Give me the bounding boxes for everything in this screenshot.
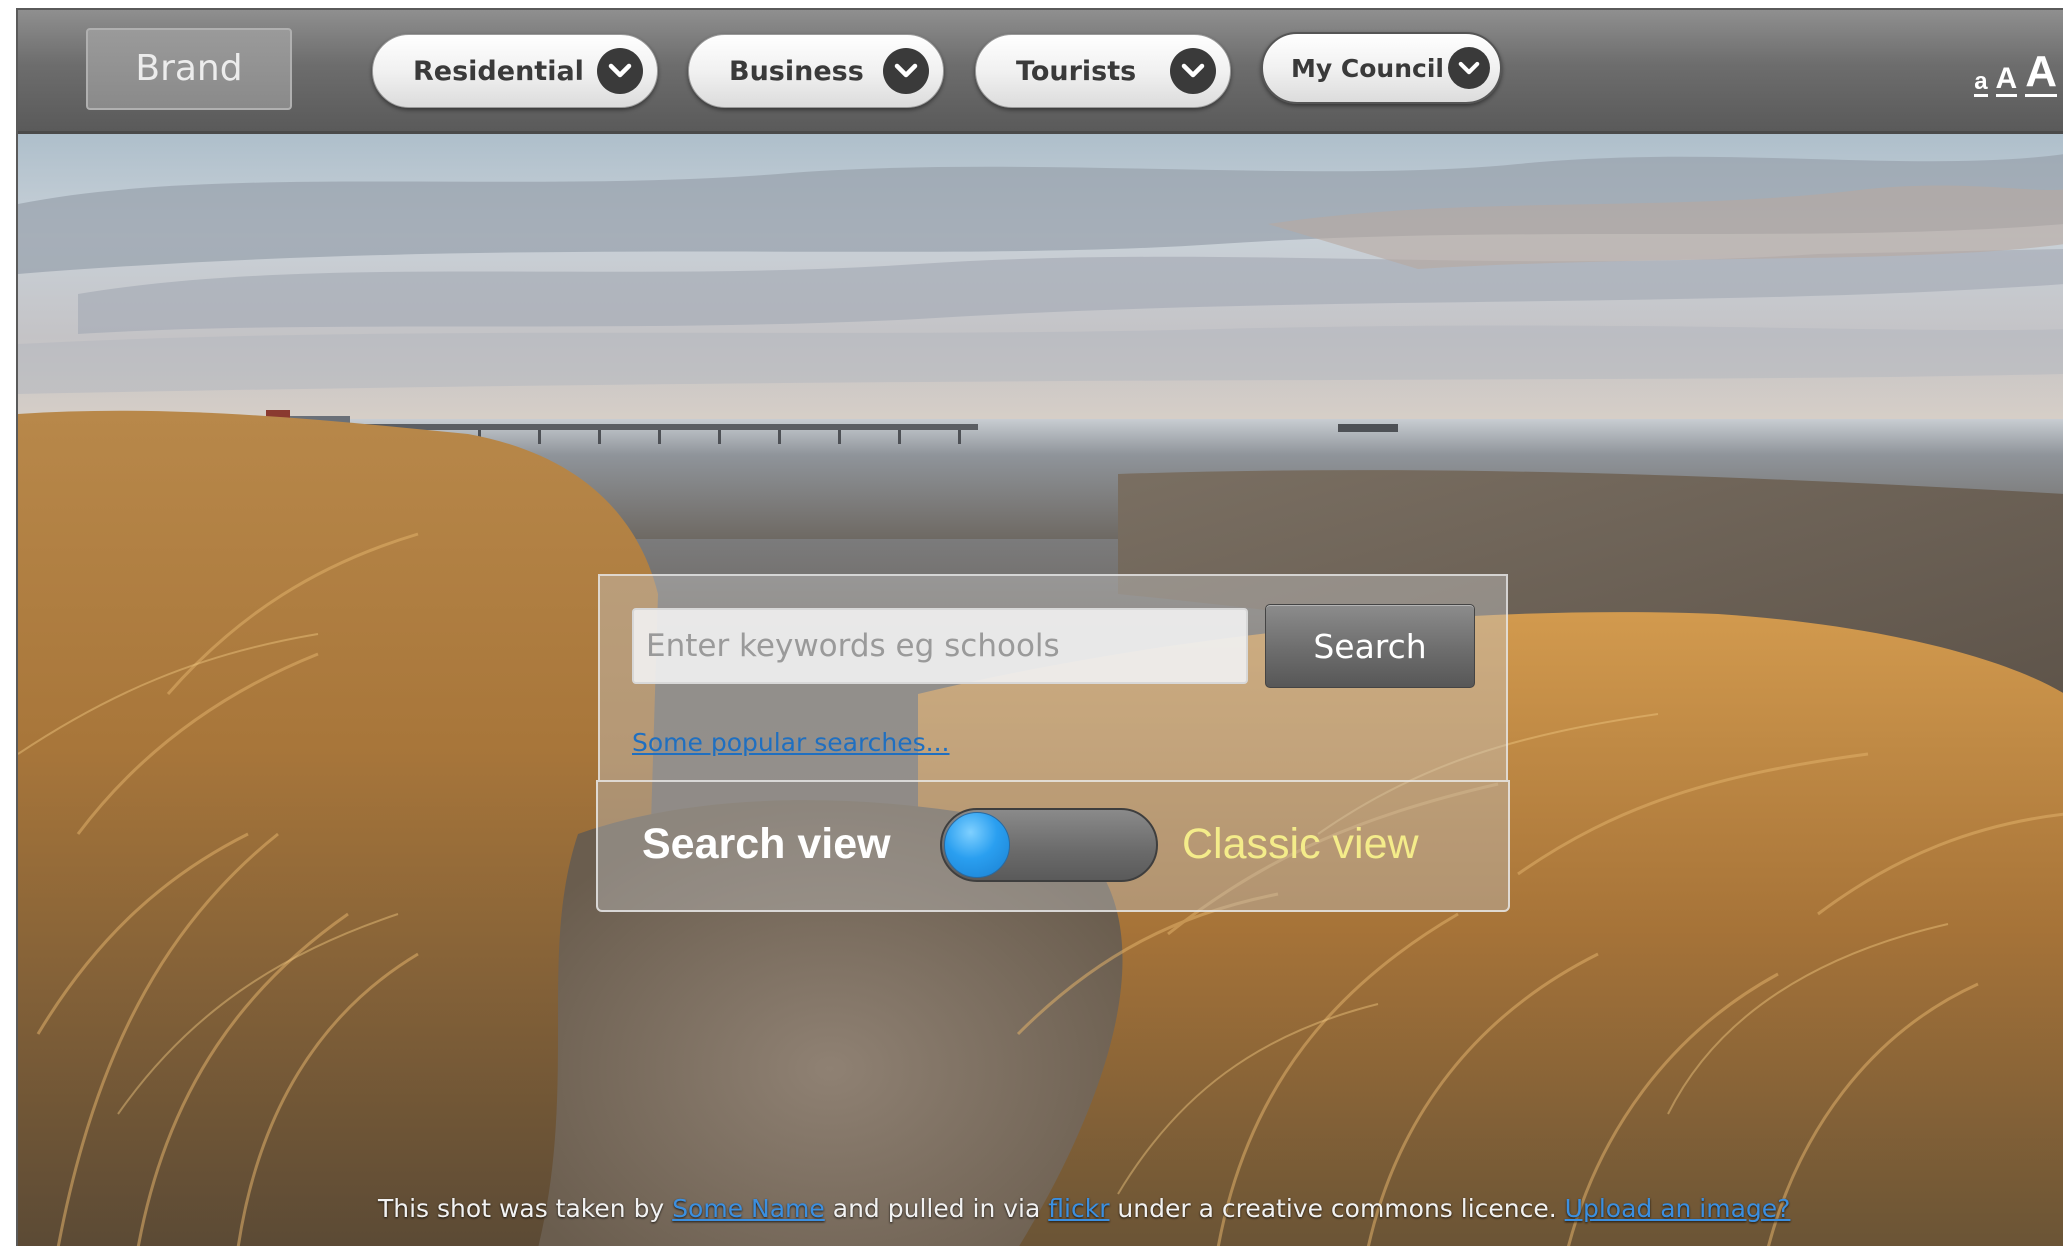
- classic-view-label[interactable]: Classic view: [1182, 820, 1419, 869]
- nav-business-button[interactable]: Business: [688, 34, 944, 108]
- top-navbar: Brand Residential Business Tourists My C…: [18, 10, 2063, 134]
- browser-viewport: Brand Residential Business Tourists My C…: [16, 8, 2063, 1246]
- chevron-down-icon: [1170, 48, 1216, 94]
- author-link[interactable]: Some Name: [672, 1194, 825, 1223]
- nav-my-council-label: My Council: [1291, 53, 1444, 83]
- search-view-label: Search view: [642, 820, 891, 868]
- search-panel: Search Some popular searches...: [598, 574, 1508, 780]
- nav-residential-button[interactable]: Residential: [372, 34, 658, 108]
- flickr-link[interactable]: flickr: [1048, 1194, 1109, 1223]
- font-size-medium-button[interactable]: A: [1995, 64, 2018, 97]
- nav-tourists-label: Tourists: [1016, 55, 1137, 87]
- popular-searches-link[interactable]: Some popular searches...: [632, 728, 950, 757]
- nav-my-council-button[interactable]: My Council: [1261, 32, 1502, 104]
- chevron-down-icon: [1448, 47, 1490, 89]
- view-toggle-switch[interactable]: [940, 808, 1158, 882]
- search-input[interactable]: [632, 608, 1248, 684]
- font-size-controls: a A A: [1974, 50, 2057, 97]
- credits-prefix: This shot was taken by: [378, 1194, 673, 1223]
- toggle-knob[interactable]: [944, 812, 1010, 878]
- nav-tourists-button[interactable]: Tourists: [975, 34, 1231, 108]
- credits-middle: and pulled in via: [824, 1194, 1049, 1223]
- photo-credits: This shot was taken by Some Name and pul…: [378, 1194, 1828, 1223]
- view-switch-panel: Search view Classic view: [596, 780, 1510, 912]
- font-size-small-button[interactable]: a: [1974, 70, 1988, 97]
- chevron-down-icon: [597, 48, 643, 94]
- hero-background-photo: Search Some popular searches... Search v…: [18, 134, 2063, 1246]
- credits-suffix: under a creative commons licence.: [1109, 1194, 1565, 1223]
- search-button[interactable]: Search: [1265, 604, 1475, 688]
- chevron-down-icon: [883, 48, 929, 94]
- brand-logo[interactable]: Brand: [86, 28, 292, 110]
- nav-residential-label: Residential: [413, 55, 584, 87]
- nav-business-label: Business: [729, 55, 864, 87]
- upload-image-link[interactable]: Upload an image?: [1565, 1194, 1791, 1223]
- font-size-large-button[interactable]: A: [2025, 50, 2057, 97]
